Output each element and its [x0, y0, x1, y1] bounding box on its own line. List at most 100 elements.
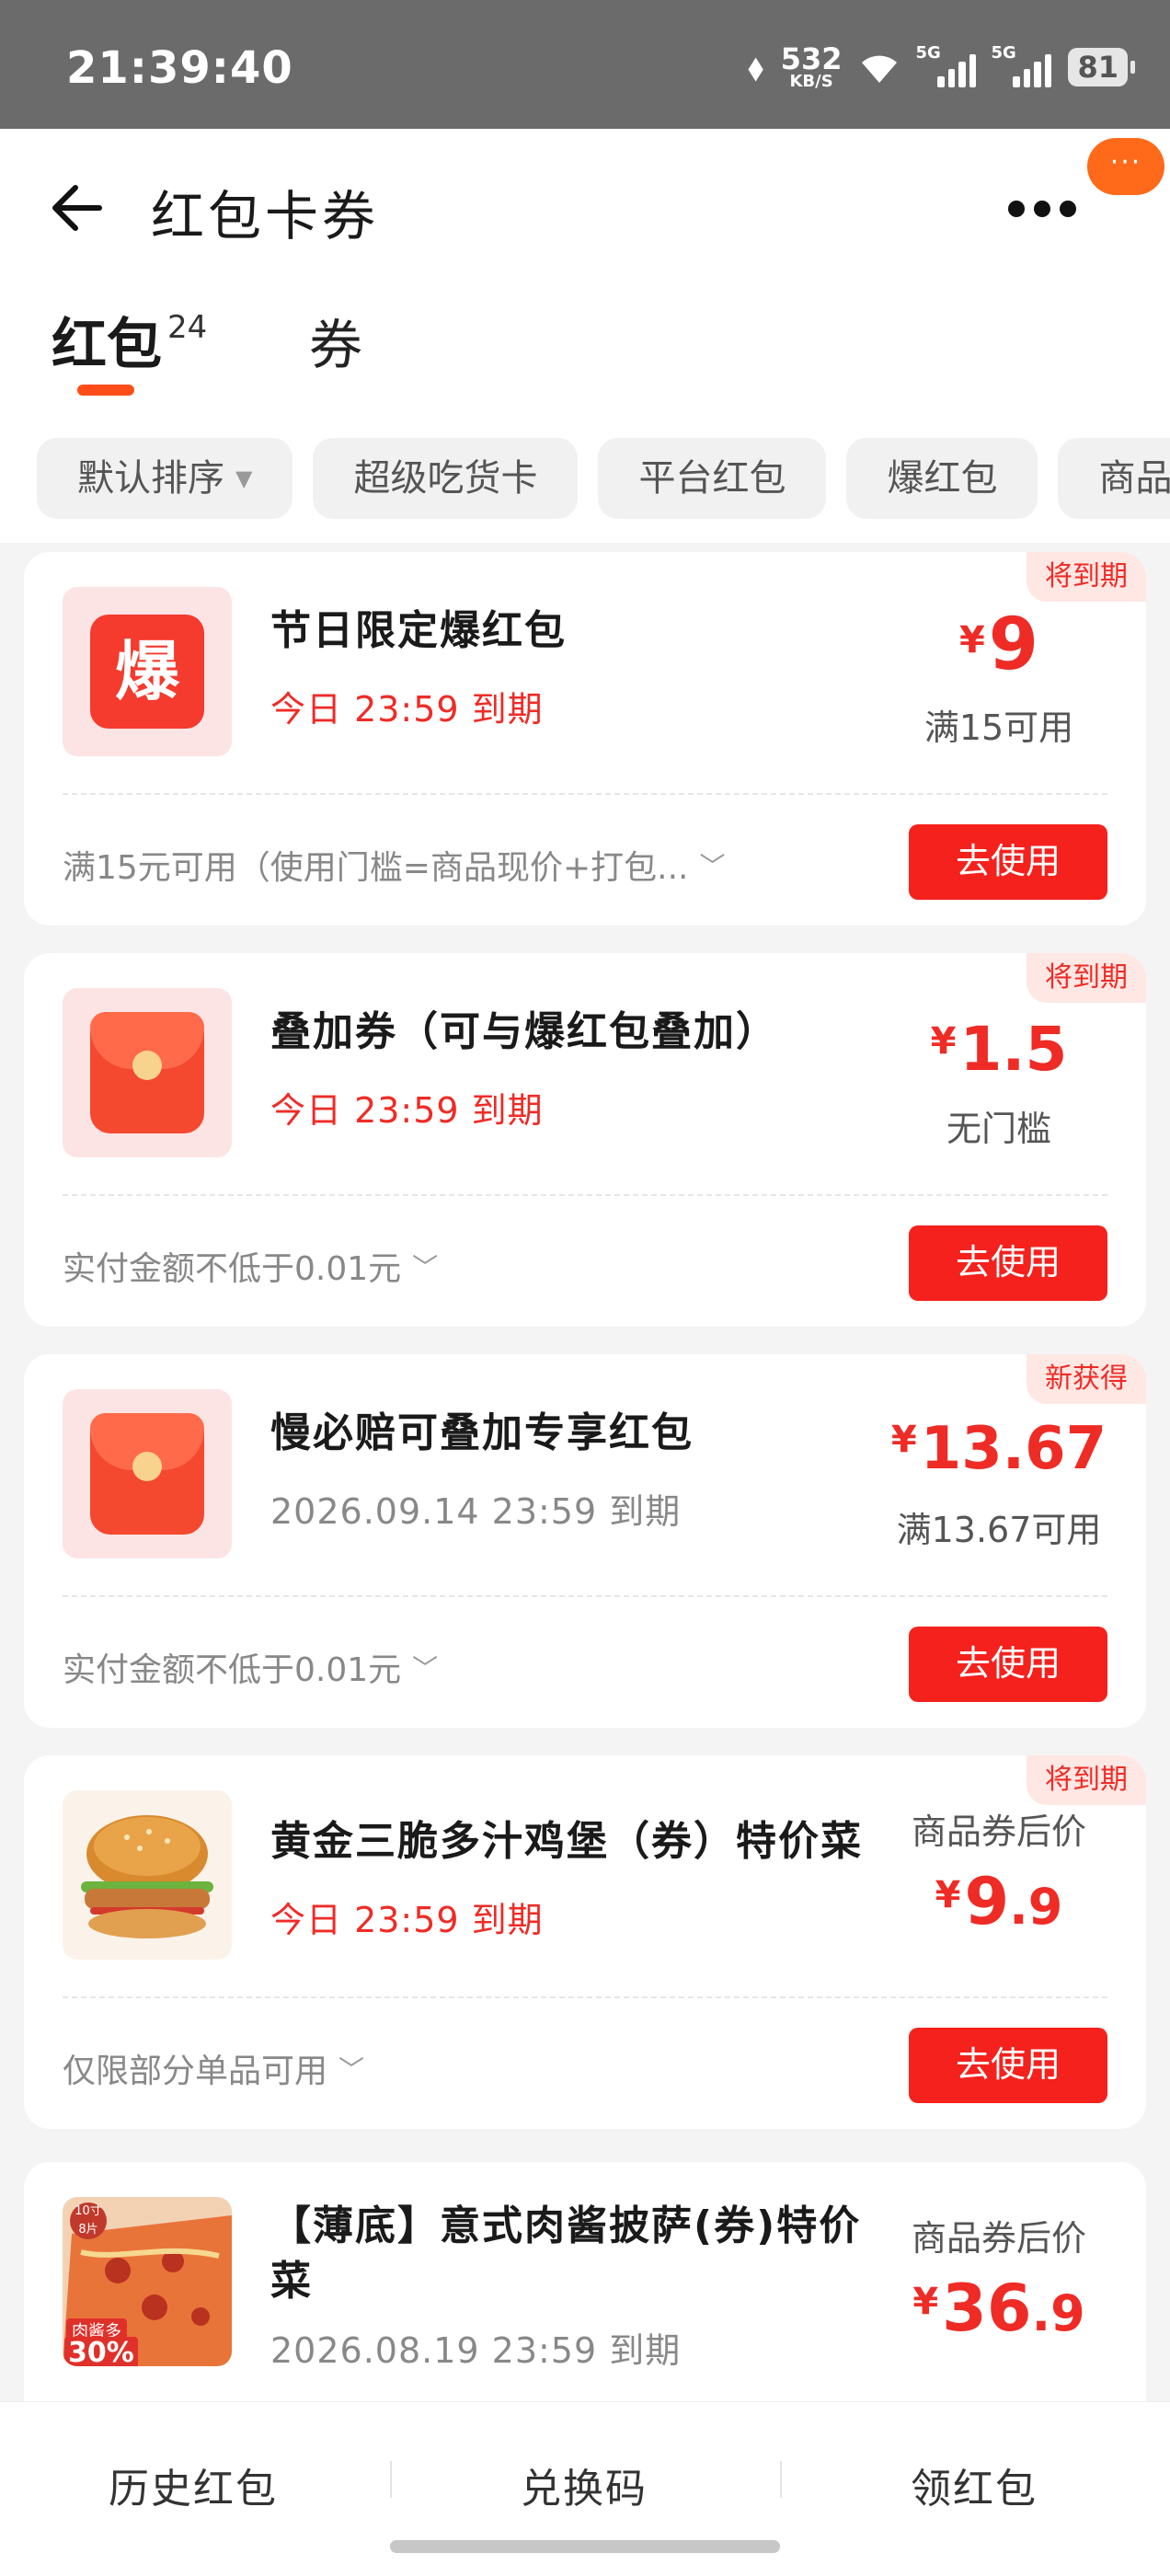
amount-value: 1.5: [959, 1014, 1068, 1085]
amount-value: 9: [988, 604, 1039, 686]
tab-hongbao-count: 24: [167, 309, 208, 346]
nfc-icon: ⬧: [747, 46, 764, 88]
header: 红包卡券 ··· 红包 24 券 默认排序 ▼ 超级吃货卡 平台红包 爆红包 商…: [0, 129, 1170, 543]
coupon-amount: ¥36.9: [889, 2271, 1109, 2346]
currency-symbol: ¥: [958, 619, 985, 661]
coupon-rule[interactable]: 仅限部分单品可用 ﹀: [63, 2044, 364, 2092]
coupon-rule-text: 仅限部分单品可用: [63, 2053, 328, 2090]
filter-chip-goods[interactable]: 商品: [1058, 438, 1170, 519]
nav-separator: [780, 2461, 782, 2498]
use-button[interactable]: 去使用: [909, 2028, 1107, 2103]
coupon-title: 节日限定爆红包: [270, 607, 567, 654]
battery-icon: 81: [1068, 48, 1135, 86]
coupon-rule-text: 实付金额不低于0.01元: [63, 1651, 402, 1689]
bao-badge-icon: 爆: [90, 615, 204, 729]
coupon-condition: 满13.67可用: [896, 1510, 1102, 1550]
coupon-amount: ¥13.67: [879, 1415, 1118, 1483]
nav-separator: [390, 2461, 392, 2498]
filter-chip-foodie-card[interactable]: 超级吃货卡: [313, 438, 579, 519]
coupon-title: 慢必赔可叠加专享红包: [270, 1409, 694, 1456]
tab-hongbao[interactable]: 红包: [52, 300, 162, 380]
status-tag: 将到期: [1027, 953, 1146, 1003]
filter-chip-sort[interactable]: 默认排序 ▼: [37, 438, 293, 519]
signal-icon-2: 5G: [991, 43, 1052, 87]
page-title: 红包卡券: [151, 185, 380, 247]
coupon-card: 将到期 叠加券（可与爆红包叠加） 今日 23:59 到期 ¥1.5 无门槛 实付…: [24, 953, 1146, 1327]
divider: [63, 1595, 1107, 1597]
coupon-title: 叠加券（可与爆红包叠加）: [270, 1008, 778, 1055]
signal-label-1: 5G: [915, 43, 941, 63]
nav-redeem-code[interactable]: 兑换码: [521, 2455, 648, 2514]
use-button[interactable]: 去使用: [909, 1225, 1107, 1301]
bottom-bar: 历史红包 兑换码 领红包: [0, 2401, 1170, 2576]
coupon-thumbnail: [63, 1389, 232, 1558]
coupon-rule-text: 实付金额不低于0.01元: [63, 1250, 402, 1288]
tab-coupon[interactable]: 券: [309, 302, 362, 379]
coupon-card: 10寸 8片 肉酱多 30% 【薄底】意式肉酱披萨(券)特价 菜 2026.08…: [24, 2162, 1146, 2438]
coupon-title: 【薄底】意式肉酱披萨(券)特价 菜: [270, 2199, 861, 2309]
filter-chip-platform[interactable]: 平台红包: [598, 438, 827, 519]
coupon-expire: 今日 23:59 到期: [270, 689, 544, 730]
chevron-down-icon: ﹀: [412, 1653, 439, 1684]
pizza-size-badge: 10寸 8片: [70, 2202, 107, 2239]
coupon-condition: 满15可用: [923, 707, 1074, 748]
tab-active-indicator: [77, 385, 134, 396]
coupon-thumbnail: [63, 988, 232, 1157]
coupon-rule[interactable]: 实付金额不低于0.01元 ﹀: [63, 1242, 438, 1290]
divider: [63, 793, 1107, 795]
nav-history-hongbao[interactable]: 历史红包: [109, 2455, 278, 2514]
status-icons: ⬧ 532 KB/S 5G 5G 81: [747, 43, 1135, 91]
amount-decimal: .9: [1009, 1878, 1063, 1936]
coupon-amount: ¥9: [889, 604, 1109, 686]
divider: [63, 1194, 1107, 1196]
coupon-condition: 无门槛: [946, 1109, 1051, 1149]
amount-value: 13.67: [920, 1415, 1107, 1483]
more-options-icon[interactable]: [1008, 195, 1082, 223]
home-indicator[interactable]: [390, 2540, 780, 2553]
status-time: 21:39:40: [66, 42, 293, 94]
amount-decimal: .9: [1031, 2284, 1085, 2342]
coupon-title: 黄金三脆多汁鸡堡（券）特价菜: [270, 1818, 863, 1865]
back-arrow-icon[interactable]: [44, 175, 110, 241]
currency-symbol: ¥: [930, 1020, 957, 1063]
coupon-expire: 2026.08.19 23:59 到期: [270, 2330, 682, 2371]
filter-chip-bao[interactable]: 爆红包: [846, 438, 1038, 519]
coupon-amount: ¥1.5: [889, 1014, 1109, 1085]
burger-image: [81, 1815, 213, 1938]
red-envelope-icon: [90, 1012, 204, 1133]
coupon-rule[interactable]: 满15元可用（使用门槛=商品现价+打包... ﹀: [63, 841, 725, 889]
coupon-rule[interactable]: 实付金额不低于0.01元 ﹀: [63, 1643, 438, 1691]
nav-claim-hongbao[interactable]: 领红包: [911, 2455, 1038, 2514]
mini-menu-button[interactable]: ···: [1087, 138, 1164, 195]
filter-chips: 默认排序 ▼ 超级吃货卡 平台红包 爆红包 商品: [37, 438, 1170, 519]
amount-value: 36: [942, 2271, 1032, 2346]
use-button[interactable]: 去使用: [909, 1627, 1107, 1702]
status-tag: 将到期: [1027, 1755, 1146, 1805]
currency-symbol: ¥: [890, 1419, 917, 1461]
price-label: 商品券后价: [911, 2218, 1086, 2259]
chevron-down-icon: ﹀: [412, 1252, 439, 1282]
use-button[interactable]: 去使用: [909, 824, 1107, 900]
status-tag: 新获得: [1027, 1354, 1146, 1404]
status-tag: 将到期: [1027, 552, 1146, 602]
coupon-card: 将到期 爆 节日限定爆红包 今日 23:59 到期 ¥9 满15可用 满15元可…: [24, 552, 1146, 926]
status-bar: 21:39:40 ⬧ 532 KB/S 5G 5G 81: [0, 0, 1170, 129]
currency-symbol: ¥: [912, 2281, 939, 2323]
coupon-title-line2: 菜: [270, 2258, 313, 2305]
coupon-thumbnail: 10寸 8片 肉酱多 30%: [63, 2197, 232, 2366]
price-label: 商品券后价: [911, 1811, 1086, 1852]
coupon-expire: 今日 23:59 到期: [270, 1090, 544, 1131]
amount-value: 9: [964, 1864, 1010, 1939]
coupon-thumbnail: 爆: [63, 587, 232, 756]
signal-label-2: 5G: [991, 43, 1016, 63]
caret-down-icon: ▼: [235, 466, 253, 491]
coupon-card: 新获得 慢必赔可叠加专享红包 2026.09.14 23:59 到期 ¥13.6…: [24, 1354, 1146, 1728]
chevron-down-icon: ﹀: [338, 2054, 365, 2085]
coupon-amount: ¥9.9: [889, 1864, 1109, 1939]
chevron-down-icon: ﹀: [699, 851, 726, 881]
filter-chip-sort-label: 默认排序: [77, 457, 224, 500]
coupon-thumbnail: [63, 1790, 232, 1960]
pizza-percent-badge: 30%: [64, 2337, 138, 2366]
red-envelope-icon: [90, 1413, 204, 1535]
network-speed-unit: KB/S: [789, 72, 833, 91]
